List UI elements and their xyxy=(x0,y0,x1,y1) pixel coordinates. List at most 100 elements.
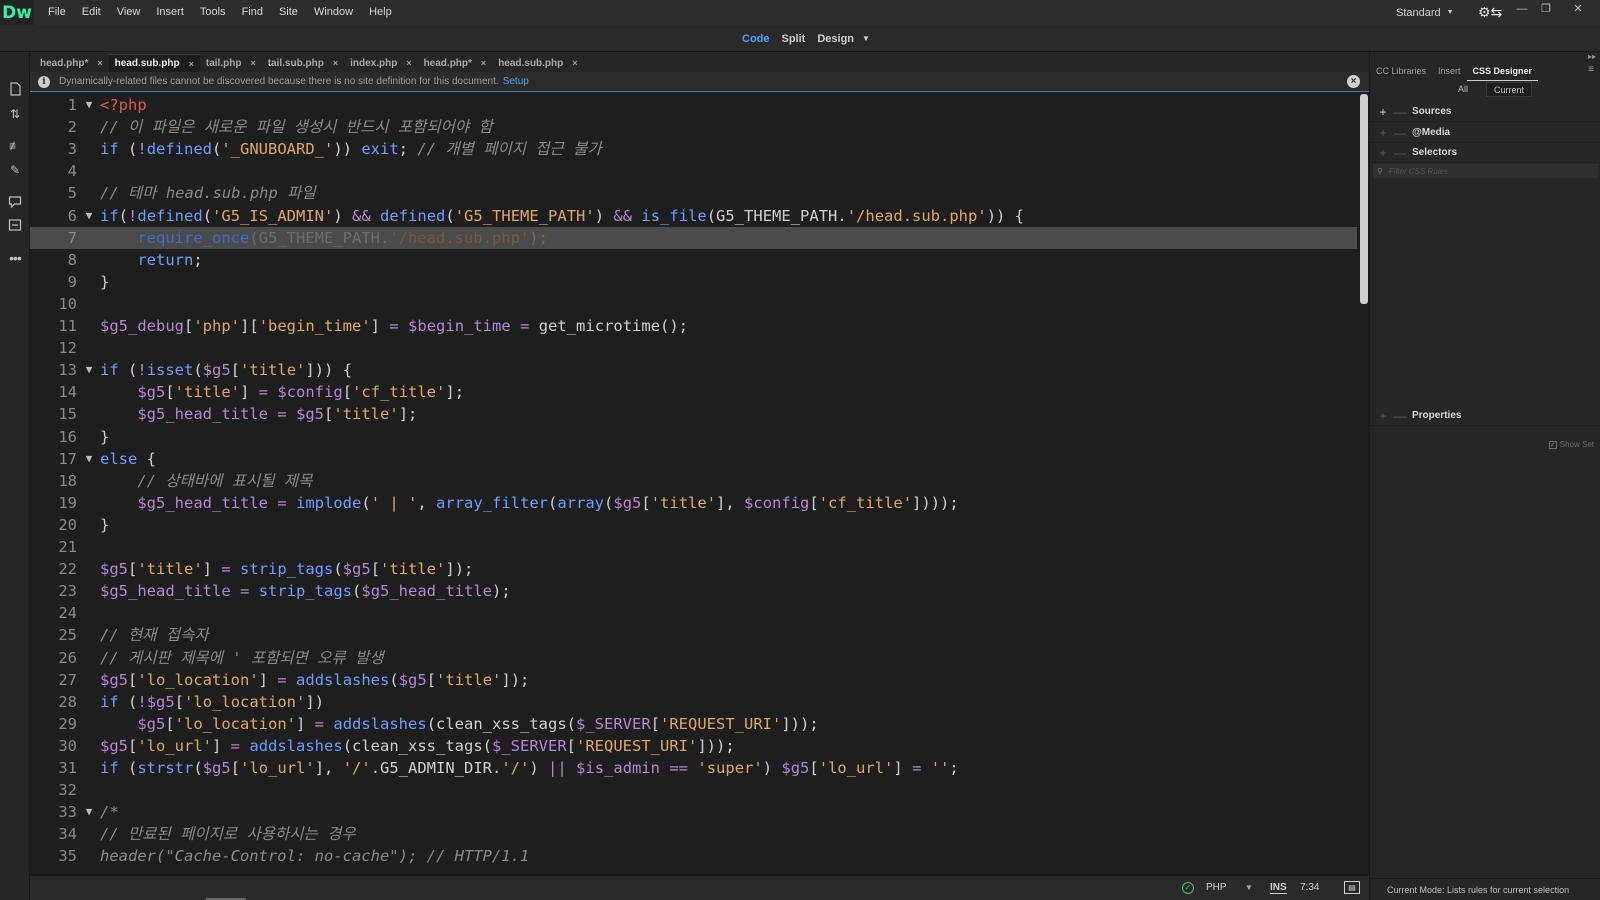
show-set-toggle[interactable]: ✓ Show Set xyxy=(1548,440,1594,449)
close-tab-icon[interactable]: × xyxy=(189,59,194,69)
menu-tools[interactable]: Tools xyxy=(192,0,234,25)
document-tab[interactable]: head.sub.php × xyxy=(108,54,200,72)
sync-settings-icon[interactable]: ⚙⇆ xyxy=(1478,4,1502,20)
remove-media-icon[interactable]: — xyxy=(1394,126,1406,140)
remove-selector-icon[interactable]: — xyxy=(1394,146,1406,160)
menu-view[interactable]: View xyxy=(109,0,149,25)
document-tab[interactable]: head.sub.php × xyxy=(492,54,583,72)
more-options-icon[interactable]: ••• xyxy=(7,250,23,266)
fold-toggle-icon[interactable]: ▼ xyxy=(82,359,96,382)
menu-site[interactable]: Site xyxy=(271,0,306,25)
code-line[interactable]: 4 xyxy=(30,160,1357,183)
close-tab-icon[interactable]: × xyxy=(97,58,102,68)
panel-tab-cc-libraries[interactable]: CC Libraries xyxy=(1370,62,1432,80)
add-media-icon[interactable]: + xyxy=(1378,126,1388,140)
close-tab-icon[interactable]: × xyxy=(406,58,411,68)
code-line[interactable]: 26 // 게시판 제목에 ' 포함되면 오류 발생 xyxy=(30,647,1357,670)
panel-menu-icon[interactable]: ≡ xyxy=(1588,64,1594,75)
code-line[interactable]: 7 require_once(G5_THEME_PATH.'/head.sub.… xyxy=(30,226,1357,250)
code-line[interactable]: 33 ▼/* xyxy=(30,801,1357,824)
scrollbar-thumb[interactable] xyxy=(1360,94,1368,304)
menu-find[interactable]: Find xyxy=(234,0,271,25)
design-view-button[interactable]: Design xyxy=(817,33,854,45)
code-line[interactable]: 35 header("Cache-Control: no-cache"); // … xyxy=(30,845,1357,868)
minimize-button[interactable]: — xyxy=(1510,0,1534,20)
comment-icon[interactable] xyxy=(7,195,23,211)
code-line[interactable]: 10 xyxy=(30,293,1357,316)
code-hint-icon[interactable]: ✎ xyxy=(7,162,23,178)
menu-help[interactable]: Help xyxy=(361,0,400,25)
document-tab[interactable]: head.php* × xyxy=(418,54,493,72)
code-line[interactable]: 32 xyxy=(30,779,1357,802)
check-icon[interactable]: ✓ xyxy=(1182,882,1194,894)
code-line[interactable]: 27 $g5['lo_location'] = addslashes($g5['t… xyxy=(30,669,1357,692)
code-line[interactable]: 23 $g5_head_title = strip_tags($g5_head_t… xyxy=(30,580,1357,603)
close-icon[interactable]: × xyxy=(1347,75,1360,88)
workspace-switcher[interactable]: Standard ▼ xyxy=(1396,0,1454,25)
close-tab-icon[interactable]: × xyxy=(250,58,255,68)
close-tab-icon[interactable]: × xyxy=(333,58,338,68)
code-line[interactable]: 29 $g5['lo_location'] = addslashes(clean… xyxy=(30,713,1357,736)
wrap-tag-icon[interactable] xyxy=(7,218,23,234)
code-line[interactable]: 18 // 상태바에 표시될 제목 xyxy=(30,470,1357,493)
code-line[interactable]: 30 $g5['lo_url'] = addslashes(clean_xss_t… xyxy=(30,735,1357,758)
checkbox-icon[interactable]: ✓ xyxy=(1548,440,1557,449)
code-line[interactable]: 6 ▼ if(!defined('G5_IS_ADMIN') && defined(… xyxy=(30,205,1357,228)
fold-toggle-icon[interactable]: ▼ xyxy=(82,801,96,824)
vertical-scrollbar[interactable] xyxy=(1359,92,1369,875)
menu-insert[interactable]: Insert xyxy=(148,0,192,25)
scope-all-button[interactable]: All xyxy=(1440,82,1486,97)
document-tab[interactable]: tail.php × xyxy=(200,54,262,72)
close-tab-icon[interactable]: × xyxy=(572,58,577,68)
remove-source-icon[interactable]: — xyxy=(1394,105,1406,119)
setup-link[interactable]: Setup xyxy=(503,76,529,87)
fold-toggle-icon[interactable]: ▼ xyxy=(82,205,96,228)
document-tab[interactable]: tail.sub.php × xyxy=(262,54,344,72)
code-line[interactable]: 11 $g5_debug['php']['begin_time'] = $begi… xyxy=(30,315,1357,338)
code-editor[interactable]: 1 ▼ <?php 2// 이 파일은 새로운 파일 생성시 반드시 포함되어야 함3… xyxy=(30,92,1369,875)
add-selector-icon[interactable]: + xyxy=(1378,146,1388,160)
code-line[interactable]: 19 $g5_head_title = implode(' | ', array… xyxy=(30,492,1357,515)
chevron-down-icon[interactable]: ▼ xyxy=(862,34,870,43)
code-line[interactable]: 20} xyxy=(30,514,1357,537)
close-window-button[interactable]: ✕ xyxy=(1566,0,1590,20)
code-line[interactable]: 17 ▼ else { xyxy=(30,448,1357,471)
panel-tab-insert[interactable]: Insert xyxy=(1432,62,1467,80)
code-line[interactable]: 2 // 이 파일은 새로운 파일 생성시 반드시 포함되어야 함 xyxy=(30,116,1357,139)
scope-current-button[interactable]: Current xyxy=(1486,82,1532,97)
format-source-icon[interactable]: ≢ xyxy=(7,138,23,154)
open-documents-icon[interactable] xyxy=(7,82,23,98)
code-line[interactable]: 31 if (strstr($g5['lo_url'], '/'.G5_ADMIN… xyxy=(30,757,1357,780)
restore-button[interactable]: ❐ xyxy=(1534,0,1558,20)
code-line[interactable]: 15 $g5_head_title = $g5['title']; xyxy=(30,403,1357,426)
code-line[interactable]: 5 // 테마 head.sub.php 파일 xyxy=(30,182,1357,205)
code-line[interactable]: 28 if (!$g5['lo_location']) xyxy=(30,691,1357,714)
menu-edit[interactable]: Edit xyxy=(74,0,109,25)
code-line[interactable]: 1 ▼ <?php xyxy=(30,94,1357,117)
panel-tab-css-designer[interactable]: CSS Designer xyxy=(1466,62,1539,81)
split-view-button[interactable]: Split xyxy=(782,33,806,45)
code-line[interactable]: 13 ▼ if (!isset($g5['title'])) { xyxy=(30,359,1357,382)
fold-toggle-icon[interactable]: ▼ xyxy=(82,94,96,117)
code-view-button[interactable]: Code xyxy=(742,33,770,45)
close-tab-icon[interactable]: × xyxy=(481,58,486,68)
code-line[interactable]: 8 return; xyxy=(30,249,1357,272)
add-source-icon[interactable]: + xyxy=(1378,105,1388,119)
filter-css-rules-input[interactable] xyxy=(1388,166,1579,176)
code-line[interactable]: 25 // 현재 접속자 xyxy=(30,624,1357,647)
code-line[interactable]: 12 xyxy=(30,337,1357,360)
real-time-preview-icon[interactable]: ▤ xyxy=(1344,881,1360,894)
document-tab[interactable]: head.php* × xyxy=(34,54,109,72)
insert-mode-indicator[interactable]: INS xyxy=(1270,882,1287,894)
code-line[interactable]: 21 xyxy=(30,536,1357,559)
chevron-down-icon[interactable]: ▼ xyxy=(1245,883,1253,892)
code-line[interactable]: 34 // 만료된 페이지로 사용하시는 경우 xyxy=(30,823,1357,846)
language-selector[interactable]: PHP xyxy=(1206,882,1227,893)
code-line[interactable]: 24 xyxy=(30,602,1357,625)
code-line[interactable]: 14 $g5['title'] = $config['cf_title']; xyxy=(30,381,1357,404)
fold-toggle-icon[interactable]: ▼ xyxy=(82,448,96,471)
add-property-icon[interactable]: + xyxy=(1378,409,1388,423)
menu-window[interactable]: Window xyxy=(306,0,361,25)
file-management-icon[interactable]: ⇅ xyxy=(7,106,23,122)
code-line[interactable]: 3 if (!defined('_GNUBOARD_')) exit; // 개별… xyxy=(30,138,1357,161)
